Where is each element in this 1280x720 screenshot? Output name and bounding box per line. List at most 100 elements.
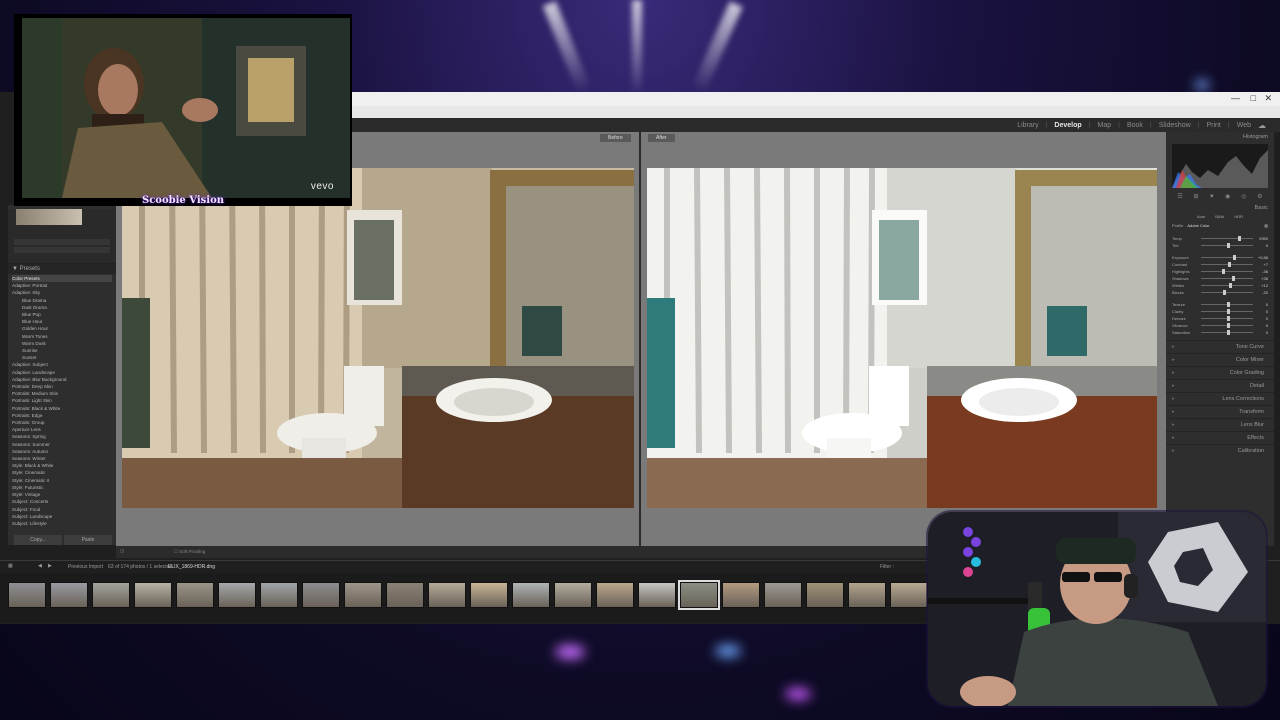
filter-label[interactable]: Filter : bbox=[880, 564, 894, 570]
filmstrip-thumbnail[interactable] bbox=[8, 582, 46, 608]
slider-value[interactable]: 2950 bbox=[1256, 236, 1268, 241]
preset-item[interactable]: Adaptive: Subject bbox=[12, 361, 112, 368]
grid-icon[interactable]: ▦ bbox=[8, 563, 13, 569]
slider-knob[interactable] bbox=[1228, 262, 1232, 267]
filmstrip-thumbnail[interactable] bbox=[890, 582, 928, 608]
profile-browser-icon[interactable]: ▦ bbox=[1264, 223, 1268, 228]
filmstrip-thumbnail[interactable] bbox=[806, 582, 844, 608]
slider-value[interactable]: 0 bbox=[1256, 309, 1268, 314]
module-book[interactable]: Book bbox=[1127, 122, 1143, 129]
preset-item[interactable]: Warm Dusk bbox=[12, 340, 112, 347]
module-develop[interactable]: Develop bbox=[1054, 122, 1081, 129]
filmstrip-thumbnail[interactable] bbox=[848, 582, 886, 608]
preset-item[interactable]: Style: Futuristic bbox=[12, 484, 112, 491]
preset-item[interactable]: Seasons: Summer bbox=[12, 441, 112, 448]
healing-icon[interactable]: ✷ bbox=[1209, 193, 1214, 200]
panel-section-lens-corrections[interactable]: ▸ Lens Corrections bbox=[1166, 392, 1274, 405]
histogram-title[interactable]: Histogram bbox=[1166, 132, 1274, 142]
preset-item[interactable]: Sunrise bbox=[12, 347, 112, 354]
nav-back-icon[interactable]: ◀ bbox=[38, 563, 42, 569]
slider-track[interactable] bbox=[1201, 330, 1253, 335]
module-map[interactable]: Map bbox=[1097, 122, 1111, 129]
cloud-icon[interactable]: ☁ bbox=[1258, 121, 1266, 130]
module-library[interactable]: Library bbox=[1017, 122, 1038, 129]
filmstrip-thumbnail[interactable] bbox=[50, 582, 88, 608]
filmstrip-thumbnail[interactable] bbox=[344, 582, 382, 608]
slider-knob[interactable] bbox=[1227, 330, 1230, 335]
filmstrip-thumbnail[interactable] bbox=[260, 582, 298, 608]
preset-item[interactable]: Seasons: Autumn bbox=[12, 448, 112, 455]
filmstrip-thumbnail[interactable] bbox=[596, 582, 634, 608]
filmstrip-thumbnail[interactable] bbox=[92, 582, 130, 608]
preset-item[interactable]: Portraits: Light Skin bbox=[12, 397, 112, 404]
slider-knob[interactable] bbox=[1227, 302, 1230, 307]
crop-icon[interactable]: ⊞ bbox=[1194, 193, 1199, 200]
slider-value[interactable]: 0 bbox=[1256, 302, 1268, 307]
panel-section-color-mixer[interactable]: ▸ Color Mixer bbox=[1166, 353, 1274, 366]
panel-section-calibration[interactable]: ▸ Calibration bbox=[1166, 444, 1274, 457]
slider-knob[interactable] bbox=[1232, 276, 1236, 281]
slider-track[interactable] bbox=[1201, 276, 1253, 281]
preset-item[interactable]: Subject: Food bbox=[12, 506, 112, 513]
filmstrip-thumbnail[interactable] bbox=[218, 582, 256, 608]
close-icon[interactable]: ✕ bbox=[1264, 93, 1272, 104]
after-photo[interactable] bbox=[647, 168, 1157, 508]
preset-item[interactable]: Seasons: Spring bbox=[12, 433, 112, 440]
preset-item[interactable]: Color Presets bbox=[12, 275, 112, 283]
filmstrip-thumbnail[interactable] bbox=[176, 582, 214, 608]
preset-item[interactable]: Adaptive: Blur Background bbox=[12, 376, 112, 383]
slider-value[interactable]: 0 bbox=[1256, 330, 1268, 335]
slider-knob[interactable] bbox=[1222, 290, 1226, 295]
preset-item[interactable]: Style: Vintage bbox=[12, 491, 112, 498]
filmstrip-thumbnail[interactable] bbox=[638, 582, 676, 608]
filmstrip-thumbnail[interactable] bbox=[386, 582, 424, 608]
filmstrip-thumbnail[interactable] bbox=[764, 582, 802, 608]
slider-value[interactable]: -20 bbox=[1256, 290, 1268, 295]
previous-import-link[interactable]: Previous Import bbox=[68, 564, 103, 570]
slider-knob[interactable] bbox=[1227, 243, 1230, 248]
slider-track[interactable] bbox=[1201, 316, 1253, 321]
slider-value[interactable]: -36 bbox=[1256, 269, 1268, 274]
edit-sliders-icon[interactable]: ☰ bbox=[1177, 193, 1182, 200]
slider-knob[interactable] bbox=[1227, 323, 1230, 328]
treatment-option[interactable]: B&W bbox=[1215, 214, 1224, 219]
preset-item[interactable]: Warm Tones bbox=[12, 333, 112, 340]
preset-item[interactable]: Seasons: Winter bbox=[12, 455, 112, 462]
preset-item[interactable]: Portraits: Edge bbox=[12, 412, 112, 419]
module-print[interactable]: Print bbox=[1206, 122, 1220, 129]
histogram[interactable] bbox=[1172, 144, 1268, 188]
slider-track[interactable] bbox=[1201, 323, 1253, 328]
slider-knob[interactable] bbox=[1221, 269, 1225, 274]
slider-knob[interactable] bbox=[1238, 236, 1242, 241]
copy-button[interactable]: Copy... bbox=[14, 535, 62, 545]
filmstrip-thumbnail[interactable] bbox=[302, 582, 340, 608]
preset-item[interactable]: Subject: Landscape bbox=[12, 513, 112, 520]
slider-track[interactable] bbox=[1201, 290, 1253, 295]
slider-value[interactable]: 0 bbox=[1256, 316, 1268, 321]
filmstrip-thumbnail[interactable] bbox=[678, 580, 720, 610]
treatment-option[interactable]: Auto bbox=[1197, 214, 1205, 219]
slider-value[interactable]: +36 bbox=[1256, 276, 1268, 281]
slider-value[interactable]: +0.88 bbox=[1256, 255, 1268, 260]
preset-item[interactable]: Adaptive: Sky bbox=[12, 289, 112, 296]
filmstrip-thumbnail[interactable] bbox=[428, 582, 466, 608]
before-photo[interactable] bbox=[122, 168, 634, 508]
preset-item[interactable]: Sunset bbox=[12, 354, 112, 361]
soft-proofing-checkbox[interactable]: ☐ Soft Proofing bbox=[174, 549, 205, 555]
slider-knob[interactable] bbox=[1229, 283, 1233, 288]
maximize-icon[interactable]: □ bbox=[1251, 93, 1256, 103]
slider-track[interactable] bbox=[1201, 309, 1253, 314]
navigator-thumbnail[interactable] bbox=[16, 209, 82, 225]
preset-item[interactable]: Portraits: Medium Skin bbox=[12, 390, 112, 397]
preset-item[interactable]: Dark Drama bbox=[12, 304, 112, 311]
preset-item[interactable]: Style: Black & White bbox=[12, 462, 112, 469]
preset-item[interactable]: Adaptive: Portrait bbox=[12, 282, 112, 289]
slider-value[interactable]: +12 bbox=[1256, 283, 1268, 288]
preset-item[interactable]: Blue Drama bbox=[12, 297, 112, 304]
minimize-icon[interactable]: — bbox=[1231, 93, 1240, 103]
treatment-option[interactable]: HDR bbox=[1234, 214, 1243, 219]
preset-item[interactable]: Blue Pop bbox=[12, 311, 112, 318]
snapshots-row[interactable] bbox=[14, 239, 110, 245]
preset-item[interactable]: Portraits: Black & White bbox=[12, 405, 112, 412]
panel-section-effects[interactable]: ▸ Effects bbox=[1166, 431, 1274, 444]
